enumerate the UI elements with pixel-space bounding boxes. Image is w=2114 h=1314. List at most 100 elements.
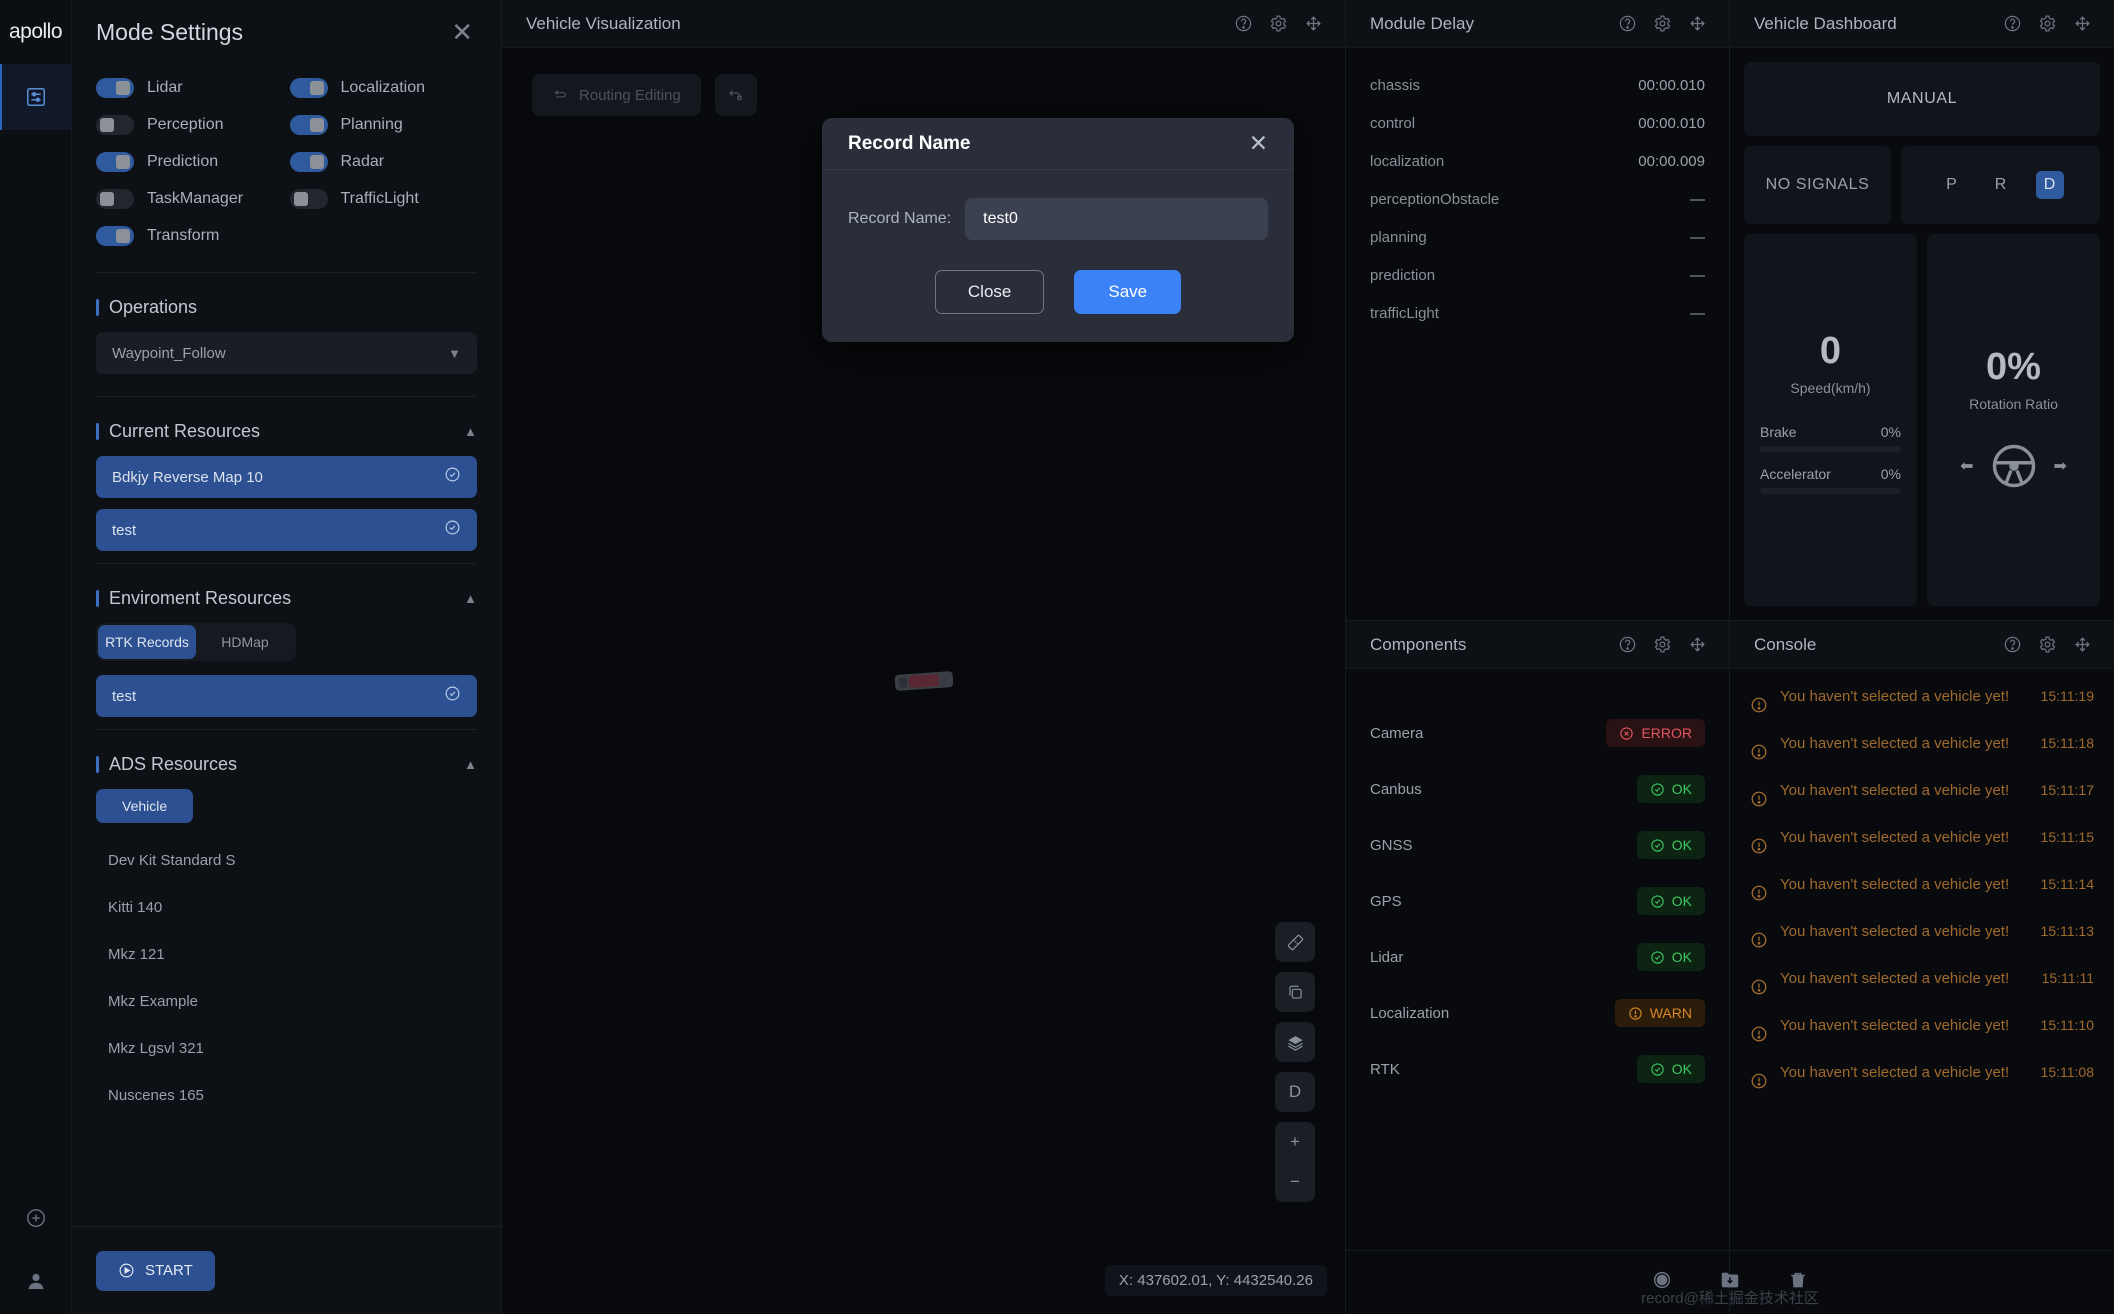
toggle-switch[interactable] [96, 189, 134, 209]
close-button[interactable]: Close [934, 270, 1045, 314]
accelerator-bar [1760, 488, 1901, 494]
alert-circle-icon [1750, 837, 1768, 860]
ruler-icon[interactable] [1275, 922, 1315, 962]
environment-resources-section-header[interactable]: Enviroment Resources ▲ [96, 564, 477, 623]
module-toggle-radar[interactable]: Radar [289, 152, 478, 172]
move-expand-icon[interactable] [1688, 14, 1707, 33]
module-toggle-label: TaskManager [147, 190, 244, 207]
gear-icon[interactable] [1269, 14, 1288, 33]
ads-vehicle-pill[interactable]: Vehicle [96, 789, 194, 823]
move-expand-icon[interactable] [1688, 635, 1707, 654]
module-toggle-localization[interactable]: Localization [289, 78, 478, 98]
visualization-toolbar: Routing Editing [532, 74, 757, 116]
toggle-switch[interactable] [96, 152, 134, 172]
help-icon[interactable] [2003, 635, 2022, 654]
chevron-down-icon: ▼ [448, 345, 461, 361]
toggle-switch[interactable] [96, 226, 134, 246]
gear-D[interactable]: D [2035, 171, 2064, 199]
steering-wheel-row: ⬅ ➡ [1960, 440, 2067, 492]
layers-icon[interactable] [1275, 1022, 1315, 1062]
module-toggle-transform[interactable]: Transform [96, 226, 284, 246]
current-resources-section-header[interactable]: Current Resources ▲ [96, 397, 477, 456]
environment-resources-label: Enviroment Resources [109, 588, 292, 608]
tab-hdmap[interactable]: HDMap [196, 625, 294, 659]
alert-circle-icon [1751, 1073, 1767, 1089]
chevron-up-icon[interactable]: ▲ [464, 591, 477, 606]
operations-label: Operations [109, 297, 198, 317]
module-name: localization [1370, 152, 1445, 170]
console-message-text: You haven't selected a vehicle yet! [1780, 923, 2010, 940]
tab-rtk-records[interactable]: RTK Records [98, 625, 196, 659]
module-delay-row: prediction — [1370, 256, 1705, 294]
check-circle-icon [1651, 1062, 1664, 1076]
move-expand-icon[interactable] [1304, 14, 1323, 33]
rail-item-mode-settings[interactable] [0, 64, 72, 130]
chevron-up-icon[interactable]: ▲ [464, 424, 477, 439]
module-toggle-trafficlight[interactable]: TrafficLight [289, 189, 478, 209]
pedal-meters: Brake 0% Accelerator 0% [1760, 424, 1901, 508]
toggle-switch[interactable] [289, 189, 328, 209]
rail-add-button[interactable] [0, 1188, 72, 1248]
help-icon[interactable] [1618, 14, 1637, 33]
help-icon[interactable] [1618, 635, 1637, 654]
console-message: You haven't selected a vehicle yet! 15:1… [1750, 867, 2094, 914]
save-button[interactable]: Save [1074, 270, 1182, 314]
close-icon[interactable]: ✕ [451, 19, 473, 45]
resource-item[interactable]: Bdkjy Reverse Map 10 [96, 456, 477, 498]
zoom-in-icon[interactable]: + [1275, 1122, 1315, 1162]
move-expand-icon[interactable] [2073, 635, 2092, 654]
help-icon[interactable] [1234, 14, 1253, 33]
console-message-list[interactable]: You haven't selected a vehicle yet! 15:1… [1730, 669, 2114, 1314]
panel-title: Components [1370, 634, 1467, 654]
module-name: chassis [1370, 76, 1421, 94]
route-loop-icon [729, 89, 743, 100]
play-circle-icon [119, 1263, 134, 1278]
close-icon[interactable]: ✕ [1249, 132, 1268, 155]
gear-R[interactable]: R [1987, 171, 2015, 199]
gear-icon[interactable] [2038, 14, 2057, 33]
toggle-switch[interactable] [289, 78, 328, 98]
ads-resources-section-header[interactable]: ADS Resources ▲ [96, 730, 477, 789]
panel-header-icons [1234, 14, 1323, 33]
toggle-switch[interactable] [289, 115, 328, 135]
chevron-up-icon[interactable]: ▲ [464, 757, 477, 772]
console-message: You haven't selected a vehicle yet! 15:1… [1750, 679, 2094, 726]
vehicle-list-item[interactable]: Kitti 140 [96, 884, 477, 931]
record-name-input[interactable] [965, 198, 1268, 240]
console-message-text: You haven't selected a vehicle yet! [1780, 1064, 2010, 1081]
vehicle-list-item[interactable]: Dev Kit Standard S [96, 837, 477, 884]
toggle-switch[interactable] [96, 78, 134, 98]
status-badge-label: OK [1671, 837, 1692, 853]
resource-item[interactable]: test [96, 675, 477, 717]
rail-profile-button[interactable] [0, 1248, 72, 1314]
zoom-out-icon[interactable]: − [1275, 1162, 1315, 1202]
copy-icon[interactable] [1275, 972, 1315, 1012]
toggle-switch[interactable] [289, 152, 328, 172]
module-toggle-planning[interactable]: Planning [289, 115, 478, 135]
vehicle-list-item[interactable]: Mkz Example [96, 978, 477, 1025]
resource-item[interactable]: test [96, 509, 477, 551]
vehicle-list-item[interactable]: Nuscenes 165 [96, 1072, 477, 1119]
module-toggle-taskmanager[interactable]: TaskManager [96, 189, 284, 209]
gear-icon[interactable] [1653, 635, 1672, 654]
console-message-text: You haven't selected a vehicle yet! [1780, 1017, 2010, 1034]
sliders-icon [26, 88, 45, 106]
routing-editing-button[interactable]: Routing Editing [532, 74, 701, 116]
help-icon[interactable] [2003, 14, 2022, 33]
view-mode-d-button[interactable]: D [1275, 1072, 1315, 1112]
move-expand-icon[interactable] [2073, 14, 2092, 33]
check-circle-icon [445, 686, 460, 701]
vehicle-list-item[interactable]: Mkz 121 [96, 931, 477, 978]
gear-P[interactable]: P [1938, 171, 1966, 199]
operations-select[interactable]: Waypoint_Follow ▼ [96, 332, 477, 374]
module-toggle-lidar[interactable]: Lidar [96, 78, 284, 98]
module-toggle-perception[interactable]: Perception [96, 115, 284, 135]
vehicle-list-item[interactable]: Mkz Lgsvl 321 [96, 1025, 477, 1072]
module-toggle-label: Prediction [147, 153, 219, 170]
toggle-switch[interactable] [96, 115, 134, 135]
route-tool-button[interactable] [714, 74, 757, 116]
start-button[interactable]: START [96, 1250, 215, 1291]
gear-icon[interactable] [1653, 14, 1672, 33]
gear-icon[interactable] [2038, 635, 2057, 654]
module-toggle-prediction[interactable]: Prediction [96, 152, 284, 172]
